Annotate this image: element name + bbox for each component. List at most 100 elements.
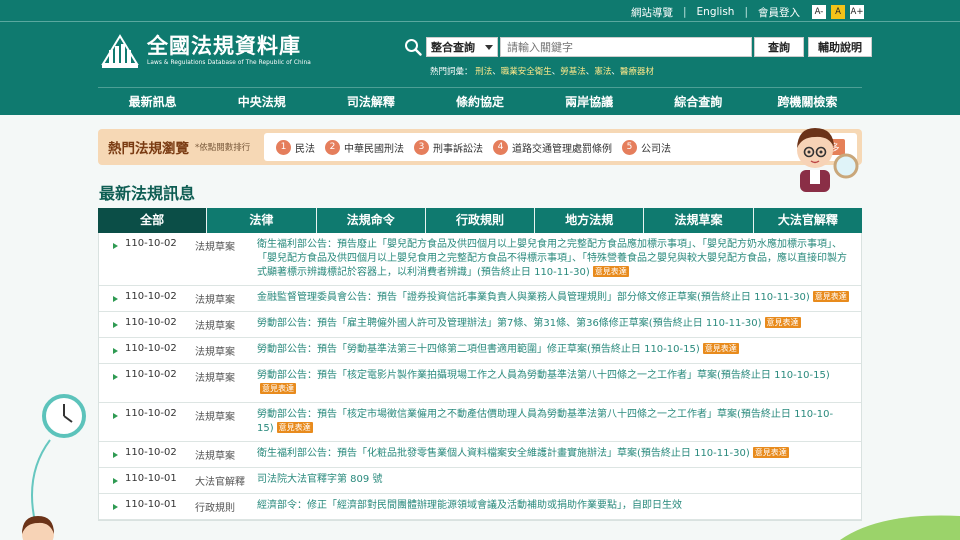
- hot-keyword-link[interactable]: 醫療器材: [620, 67, 654, 77]
- hot-keyword-link[interactable]: 憲法: [594, 67, 611, 77]
- search-type-value: 整合查詢: [431, 41, 475, 54]
- search-button[interactable]: 查詢: [754, 37, 804, 57]
- logo-title: 全國法規資料庫: [147, 33, 301, 58]
- item-title[interactable]: 經濟部令：修正「經濟部對民間團體辦理能源領域會議及活動補助或捐助作業要點」，自即…: [257, 500, 682, 511]
- bullet-arrow-icon: [113, 348, 118, 354]
- list-item: 110-10-02 法規草案 衛生福利部公告：預告「化粧品批發零售業個人資料檔案…: [99, 442, 861, 468]
- item-category: 法規草案: [195, 451, 235, 462]
- tab-orders[interactable]: 法規命令: [315, 208, 425, 233]
- item-link[interactable]: 勞動部公告：預告「核定市場徵信業僱用之不動產估價助理人員為勞動基準法第八十四條之…: [257, 408, 849, 436]
- item-link[interactable]: 衛生福利部公告：預告廢止「嬰兒配方食品及供四個月以上嬰兒食用之完整配方食品應加標…: [257, 238, 849, 280]
- list-item: 110-10-02 法規草案 勞動部公告：預告「核定電影片製作業拍攝現場工作之人…: [99, 364, 861, 403]
- hot-law-label: 刑事訴訟法: [433, 143, 483, 155]
- search-type-select[interactable]: 整合查詢: [426, 37, 498, 57]
- item-link[interactable]: 勞動部公告：預告「核定電影片製作業拍攝現場工作之人員為勞動基準法第八十四條之一之…: [257, 369, 849, 397]
- item-category: 法規草案: [195, 295, 235, 306]
- bullet-arrow-icon: [113, 243, 118, 249]
- hot-law-item[interactable]: 1 民法: [276, 139, 315, 155]
- rank-number: 3: [414, 139, 429, 155]
- rank-number: 5: [622, 139, 637, 155]
- search-area: 整合查詢 查詢 輔助說明 熱門詞彙： 刑法、職業安全衛生、勞基法、憲法、醫療器材: [404, 37, 872, 77]
- nav-item-latest[interactable]: 最新訊息: [98, 88, 207, 115]
- nav-item-cross-strait[interactable]: 兩岸協議: [535, 88, 644, 115]
- feedback-badge[interactable]: 意見表達: [592, 266, 629, 277]
- nav-item-cross-agency[interactable]: 跨機關檢索: [753, 88, 862, 115]
- hot-laws-bar: 熱門法規瀏覽 *依點閱數排行 1 民法 2 中華民國刑法 3 刑事訴訟法 4 道路交通管…: [98, 129, 862, 165]
- font-large-button[interactable]: A+: [850, 5, 864, 19]
- hot-law-item[interactable]: 3 刑事訴訟法: [414, 139, 483, 155]
- item-link[interactable]: 勞動部公告：預告「雇主聘僱外國人許可及管理辦法」第7條、第31條、第36條修正草…: [257, 317, 849, 332]
- tab-laws[interactable]: 法律: [206, 208, 315, 233]
- tab-all[interactable]: 全部: [98, 208, 207, 233]
- hot-law-label: 民法: [295, 143, 315, 155]
- hot-keywords: 熱門詞彙： 刑法、職業安全衛生、勞基法、憲法、醫療器材: [430, 67, 654, 77]
- list-item: 110-10-02 法規草案 勞動部公告：預告「勞動基準法第三十四條第二項但書適…: [99, 338, 861, 364]
- site-logo[interactable]: 全國法規資料庫 Laws & Regulations Database of T…: [99, 30, 311, 70]
- item-title[interactable]: 勞動部公告：預告「雇主聘僱外國人許可及管理辦法」第7條、第31條、第36條修正草…: [257, 318, 762, 329]
- english-link[interactable]: English: [697, 6, 735, 18]
- feedback-badge[interactable]: 意見表達: [702, 343, 739, 354]
- mascot-icon: [22, 516, 54, 540]
- font-medium-button[interactable]: A: [831, 5, 845, 19]
- nav-item-integrated[interactable]: 綜合查詢: [644, 88, 753, 115]
- hot-keyword-link[interactable]: 職業安全衛生: [501, 67, 552, 77]
- tab-local[interactable]: 地方法規: [534, 208, 643, 233]
- hot-keyword-link[interactable]: 刑法: [475, 67, 492, 77]
- hot-laws-title: 熱門法規瀏覽: [108, 141, 189, 157]
- site-header: 網站導覽 | English | 會員登入 A- A A+ 全國法規資料庫 La…: [0, 0, 960, 115]
- chevron-down-icon: [485, 45, 493, 50]
- nav-item-judicial[interactable]: 司法解釋: [316, 88, 425, 115]
- item-title[interactable]: 勞動部公告：預告「勞動基準法第三十四條第二項但書適用範圍」修正草案(預告終止日 …: [257, 344, 700, 355]
- item-category: 大法官解釋: [195, 477, 245, 488]
- item-title[interactable]: 勞動部公告：預告「核定市場徵信業僱用之不動產估價助理人員為勞動基準法第八十四條之…: [257, 409, 833, 434]
- font-small-button[interactable]: A-: [812, 5, 826, 19]
- search-input[interactable]: [500, 37, 752, 57]
- item-title[interactable]: 金融監督管理委員會公告：預告「證券投資信託事業負責人與業務人員管理規則」部分條文…: [257, 292, 810, 303]
- list-item: 110-10-02 法規草案 勞動部公告：預告「核定市場徵信業僱用之不動產估價助…: [99, 403, 861, 442]
- hot-law-label: 道路交通管理處罰條例: [512, 143, 612, 155]
- item-link[interactable]: 勞動部公告：預告「勞動基準法第三十四條第二項但書適用範圍」修正草案(預告終止日 …: [257, 343, 849, 358]
- item-link[interactable]: 金融監督管理委員會公告：預告「證券投資信託事業負責人與業務人員管理規則」部分條文…: [257, 291, 849, 306]
- item-link[interactable]: 衛生福利部公告：預告「化粧品批發零售業個人資料檔案安全維護計畫實施辦法」草案(預…: [257, 447, 849, 462]
- news-list: 110-10-02 法規草案 衛生福利部公告：預告廢止「嬰兒配方食品及供四個月以…: [98, 233, 862, 521]
- sitemap-link[interactable]: 網站導覽: [631, 5, 673, 20]
- tab-admin-rules[interactable]: 行政規則: [424, 208, 534, 233]
- feedback-badge[interactable]: 意見表達: [260, 383, 296, 394]
- search-icon: [405, 39, 422, 56]
- divider: |: [744, 6, 748, 18]
- nav-item-treaties[interactable]: 條約協定: [425, 88, 534, 115]
- hot-law-label: 公司法: [641, 143, 671, 155]
- tab-drafts[interactable]: 法規草案: [643, 208, 752, 233]
- item-title[interactable]: 司法院大法官釋字第 809 號: [257, 474, 382, 485]
- bullet-arrow-icon: [113, 478, 118, 484]
- bullet-arrow-icon: [113, 452, 118, 458]
- rank-number: 1: [276, 139, 291, 155]
- login-link[interactable]: 會員登入: [758, 5, 800, 20]
- list-item: 110-10-01 大法官解釋 司法院大法官釋字第 809 號: [99, 468, 861, 494]
- list-item: 110-10-02 法規草案 勞動部公告：預告「雇主聘僱外國人許可及管理辦法」第…: [99, 312, 861, 338]
- nav-item-central[interactable]: 中央法規: [207, 88, 316, 115]
- hot-law-item[interactable]: 2 中華民國刑法: [325, 139, 404, 155]
- feedback-badge[interactable]: 意見表達: [276, 422, 313, 433]
- bullet-arrow-icon: [113, 504, 118, 510]
- item-title[interactable]: 衛生福利部公告：預告「化粧品批發零售業個人資料檔案安全維護計畫實施辦法」草案(預…: [257, 448, 750, 459]
- bullet-arrow-icon: [113, 296, 118, 302]
- divider: |: [682, 6, 687, 18]
- logo-subtitle: Laws & Regulations Database of The Repub…: [147, 60, 311, 66]
- category-tabs: 全部 法律 法規命令 行政規則 地方法規 法規草案 大法官解釋: [98, 208, 862, 233]
- hot-laws-note: *依點閱數排行: [195, 143, 251, 153]
- help-button[interactable]: 輔助說明: [808, 37, 872, 57]
- grass-hill-icon: [840, 515, 960, 540]
- tab-interpretations[interactable]: 大法官解釋: [752, 208, 862, 233]
- hot-law-item[interactable]: 4 道路交通管理處罰條例: [493, 139, 612, 155]
- hot-law-item[interactable]: 5 公司法: [622, 139, 671, 155]
- feedback-badge[interactable]: 意見表達: [752, 447, 789, 458]
- hot-keyword-link[interactable]: 勞基法: [560, 67, 586, 77]
- feedback-badge[interactable]: 意見表達: [764, 317, 801, 328]
- item-title[interactable]: 衛生福利部公告：預告廢止「嬰兒配方食品及供四個月以上嬰兒食用之完整配方食品應加標…: [257, 239, 847, 278]
- feedback-badge[interactable]: 意見表達: [812, 291, 849, 302]
- item-link[interactable]: 司法院大法官釋字第 809 號: [257, 473, 849, 488]
- item-link[interactable]: 經濟部令：修正「經濟部對民間團體辦理能源領域會議及活動補助或捐助作業要點」，自即…: [257, 499, 849, 514]
- utility-bar: 網站導覽 | English | 會員登入 A- A A+: [631, 4, 864, 20]
- item-title[interactable]: 勞動部公告：預告「核定電影片製作業拍攝現場工作之人員為勞動基準法第八十四條之一之…: [257, 370, 830, 381]
